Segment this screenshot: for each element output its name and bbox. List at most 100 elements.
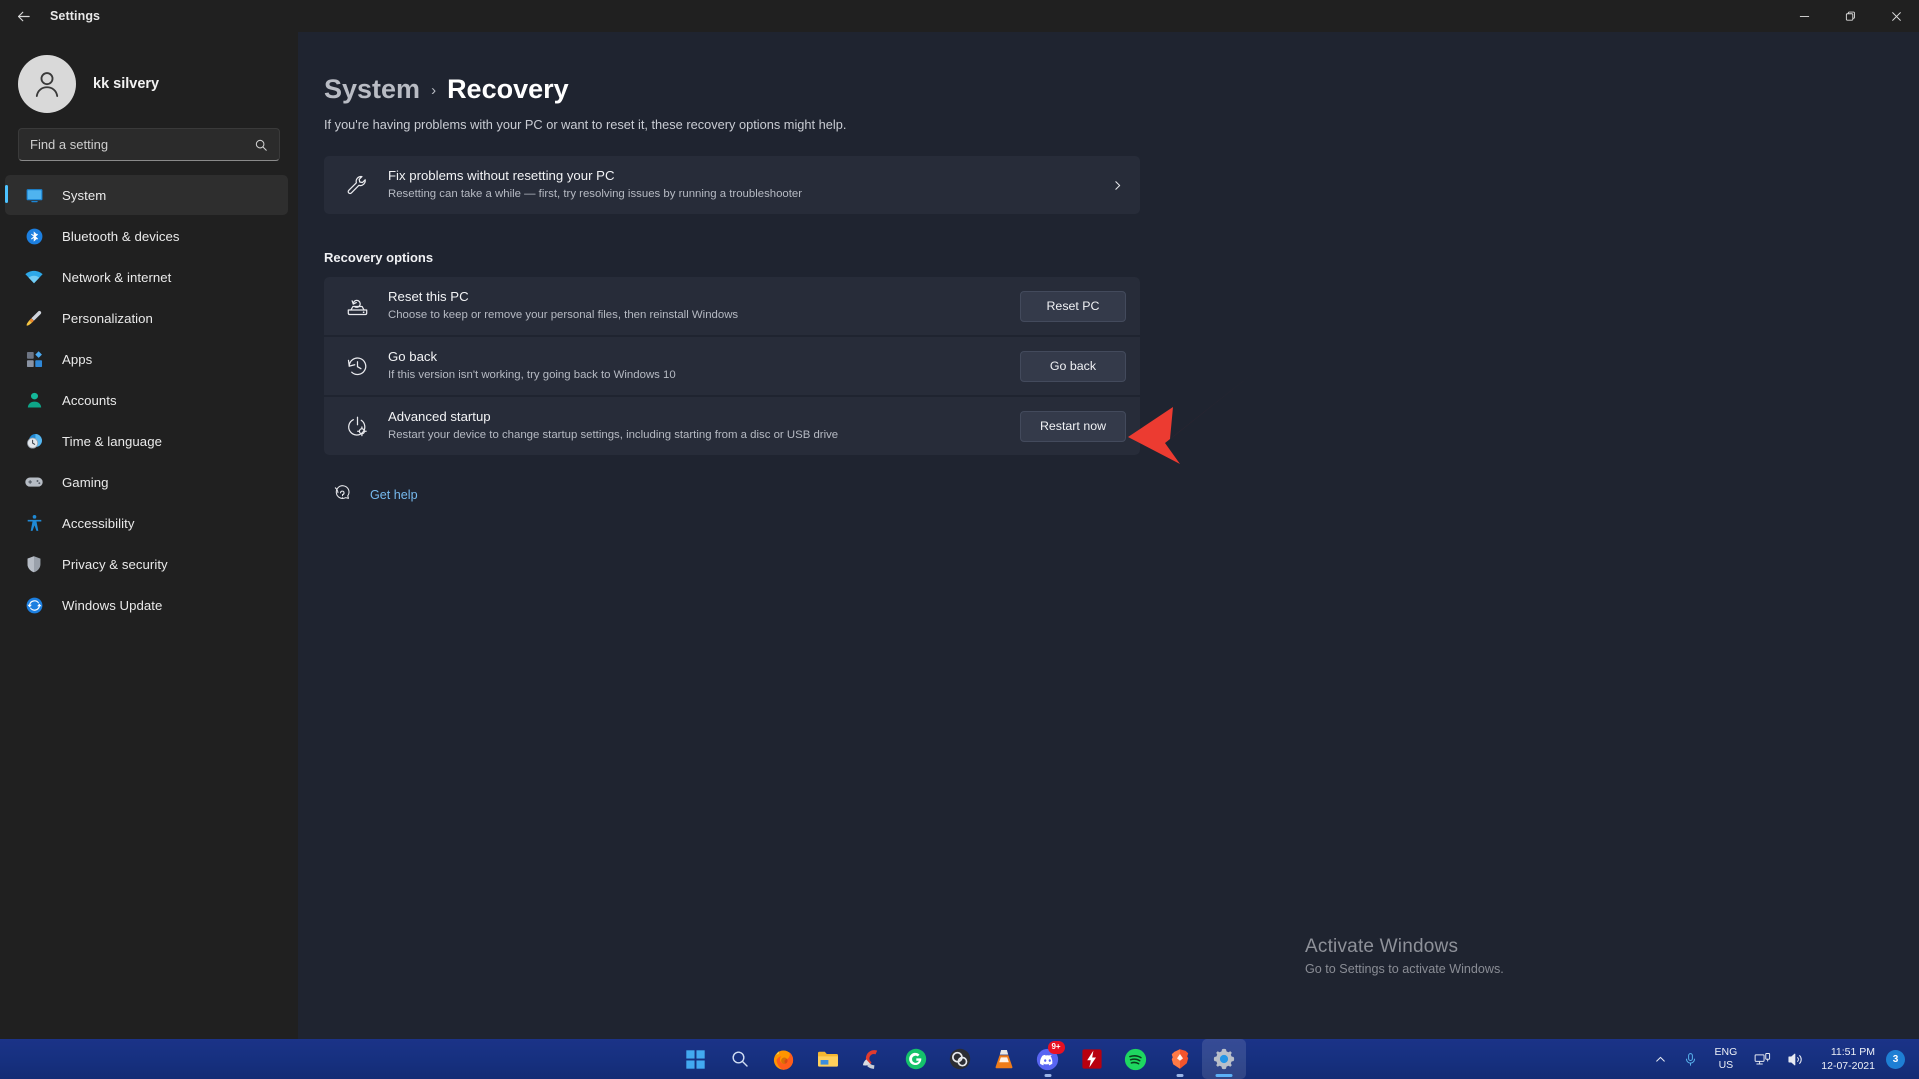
bluetooth-icon (23, 225, 45, 247)
get-help-link[interactable]: Get help (329, 485, 479, 504)
window-title: Settings (50, 9, 100, 23)
running-indicator (1176, 1074, 1183, 1077)
sidebar-item-accounts[interactable]: Accounts (5, 380, 288, 420)
restart-now-button[interactable]: Restart now (1020, 411, 1126, 442)
reset-pc-icon (344, 295, 370, 318)
sidebar-item-label: Privacy & security (62, 557, 168, 572)
language-secondary: US (1719, 1059, 1734, 1072)
sidebar-item-windows-update[interactable]: Windows Update (5, 585, 288, 625)
sidebar-item-bluetooth-devices[interactable]: Bluetooth & devices (5, 216, 288, 256)
ccleaner-app[interactable] (850, 1039, 894, 1079)
breadcrumb-separator-icon: › (431, 82, 436, 99)
watermark-title: Activate Windows (1305, 936, 1504, 958)
clock[interactable]: 11:51 PM 12-07-2021 (1812, 1039, 1884, 1079)
sidebar-item-label: Network & internet (62, 270, 171, 285)
sidebar-item-label: Time & language (62, 434, 162, 449)
sidebar-item-apps[interactable]: Apps (5, 339, 288, 379)
search-button[interactable] (718, 1039, 762, 1079)
monitor-icon (23, 184, 45, 206)
go-back-description: If this version isn't working, try going… (388, 368, 1020, 384)
sidebar-item-label: Gaming (62, 475, 108, 490)
wrench-icon (344, 174, 370, 196)
back-arrow-icon[interactable] (0, 0, 46, 32)
flash-app[interactable] (1070, 1039, 1114, 1079)
search-box[interactable] (18, 128, 280, 161)
wifi-icon (23, 266, 45, 288)
reset-pc-button[interactable]: Reset PC (1020, 291, 1126, 322)
spotify-app[interactable] (1114, 1039, 1158, 1079)
advanced-startup-description: Restart your device to change startup se… (388, 428, 1020, 444)
sidebar-item-privacy-security[interactable]: Privacy & security (5, 544, 288, 584)
shield-icon (23, 553, 45, 575)
clock-globe-icon (23, 430, 45, 452)
recovery-options-heading: Recovery options (324, 250, 1919, 265)
show-hidden-icons-button[interactable] (1646, 1039, 1675, 1079)
grammarly-app[interactable] (894, 1039, 938, 1079)
content-body: Fix problems without resetting your PC R… (298, 156, 1919, 504)
go-back-row: Go back If this version isn't working, t… (324, 337, 1140, 395)
go-back-button[interactable]: Go back (1020, 351, 1126, 382)
notification-badge[interactable]: 3 (1886, 1050, 1905, 1069)
fix-problems-card[interactable]: Fix problems without resetting your PC R… (324, 156, 1140, 214)
go-back-text: Go back If this version isn't working, t… (388, 338, 1020, 395)
language-primary: ENG (1715, 1046, 1738, 1059)
fix-problems-title: Fix problems without resetting your PC (388, 167, 1094, 185)
sidebar-item-accessibility[interactable]: Accessibility (5, 503, 288, 543)
title-bar: Settings (0, 0, 1919, 32)
recovery-options-group: Reset this PC Choose to keep or remove y… (324, 277, 1140, 455)
obs-studio-app[interactable] (938, 1039, 982, 1079)
file-explorer-app[interactable] (806, 1039, 850, 1079)
taskbar: 9+ (0, 1039, 1919, 1079)
clock-date: 12-07-2021 (1821, 1059, 1875, 1073)
main-content: System › Recovery If you're having probl… (298, 32, 1919, 1039)
vlc-app[interactable] (982, 1039, 1026, 1079)
advanced-startup-row: Advanced startup Restart your device to … (324, 397, 1140, 455)
page-title: Recovery (447, 74, 569, 105)
paintbrush-icon (23, 307, 45, 329)
settings-app[interactable] (1202, 1039, 1246, 1079)
discord-badge: 9+ (1048, 1041, 1065, 1054)
minimize-button[interactable] (1781, 0, 1827, 32)
page-subtitle: If you're having problems with your PC o… (324, 117, 1919, 132)
start-button[interactable] (674, 1039, 718, 1079)
brave-app[interactable] (1158, 1039, 1202, 1079)
language-indicator[interactable]: ENG US (1706, 1039, 1747, 1079)
go-back-title: Go back (388, 348, 1020, 366)
breadcrumb-parent[interactable]: System (324, 74, 420, 105)
apps-grid-icon (23, 348, 45, 370)
search-icon (254, 138, 279, 152)
reset-this-pc-description: Choose to keep or remove your personal f… (388, 308, 1020, 324)
sidebar-item-label: Bluetooth & devices (62, 229, 180, 244)
active-indicator (1215, 1074, 1232, 1077)
user-name: kk silvery (93, 76, 159, 92)
network-icon[interactable] (1746, 1039, 1779, 1079)
reset-this-pc-title: Reset this PC (388, 288, 1020, 306)
discord-app[interactable]: 9+ (1026, 1039, 1070, 1079)
volume-icon[interactable] (1779, 1039, 1812, 1079)
fix-problems-text: Fix problems without resetting your PC R… (388, 157, 1094, 214)
maximize-button[interactable] (1827, 0, 1873, 32)
chevron-right-icon[interactable] (1094, 179, 1140, 192)
sidebar-item-label: Accounts (62, 393, 117, 408)
firefox-app[interactable] (762, 1039, 806, 1079)
sidebar-item-gaming[interactable]: Gaming (5, 462, 288, 502)
history-clock-icon (344, 355, 370, 378)
fix-problems-description: Resetting can take a while — first, try … (388, 187, 1094, 203)
sidebar-item-system[interactable]: System (5, 175, 288, 215)
sidebar-item-time-language[interactable]: Time & language (5, 421, 288, 461)
accessibility-person-icon (23, 512, 45, 534)
get-help-label[interactable]: Get help (370, 488, 418, 502)
microphone-icon[interactable] (1675, 1039, 1706, 1079)
running-indicator (1044, 1074, 1051, 1077)
sidebar-item-label: System (62, 188, 106, 203)
sidebar-item-label: Apps (62, 352, 92, 367)
help-question-icon (329, 485, 353, 504)
close-button[interactable] (1873, 0, 1919, 32)
user-profile[interactable]: kk silvery (0, 32, 298, 118)
sidebar-item-personalization[interactable]: Personalization (5, 298, 288, 338)
sidebar-item-network-internet[interactable]: Network & internet (5, 257, 288, 297)
sidebar-nav: System Bluetooth & devices (0, 175, 298, 625)
reset-this-pc-text: Reset this PC Choose to keep or remove y… (388, 278, 1020, 335)
advanced-startup-text: Advanced startup Restart your device to … (388, 398, 1020, 455)
search-input[interactable] (19, 137, 254, 152)
